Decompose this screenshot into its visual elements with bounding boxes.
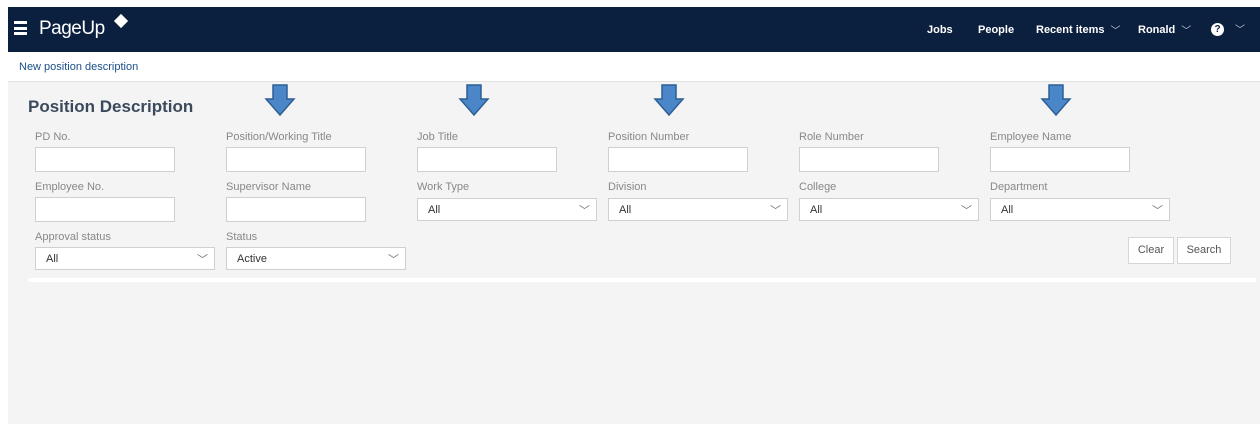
status-select[interactable]: Active ﹀ — [226, 247, 406, 270]
role-number-input[interactable] — [799, 147, 939, 172]
position-title-label: Position/Working Title — [226, 131, 332, 143]
chevron-down-icon: ﹀ — [961, 205, 972, 217]
position-number-input[interactable] — [608, 147, 748, 172]
approval-status-label: Approval status — [35, 231, 111, 243]
chevron-down-icon: ﹀ — [1152, 205, 1163, 217]
clear-button[interactable]: Clear — [1128, 237, 1174, 264]
job-title-label: Job Title — [417, 131, 458, 143]
down-arrow-icon — [458, 84, 490, 116]
nav-recent-items[interactable]: Recent items ﹀ — [1036, 7, 1120, 52]
search-button[interactable]: Search — [1177, 237, 1231, 264]
work-type-select[interactable]: All ﹀ — [417, 198, 597, 221]
role-number-label: Role Number — [799, 131, 864, 143]
chevron-down-icon: ﹀ — [579, 205, 590, 217]
work-type-label: Work Type — [417, 181, 470, 193]
page-title: Position Description — [28, 97, 194, 116]
top-navbar: PageUp Jobs People Recent items ﹀ Ronald ﹀… — [8, 7, 1260, 52]
logo-diamond-icon — [113, 13, 129, 29]
department-label: Department — [990, 181, 1048, 193]
approval-status-select[interactable]: All ﹀ — [35, 247, 215, 270]
division-label: Division — [608, 181, 647, 193]
employee-name-label: Employee Name — [990, 131, 1072, 143]
employee-name-input[interactable] — [990, 147, 1130, 172]
down-arrow-icon — [264, 84, 296, 116]
chevron-down-icon: ﹀ — [197, 254, 208, 266]
results-divider — [28, 278, 1256, 282]
pageup-logo[interactable]: PageUp — [39, 18, 105, 40]
down-arrow-icon — [653, 84, 685, 116]
pd-no-label: PD No. — [35, 131, 71, 143]
department-select[interactable]: All ﹀ — [990, 198, 1170, 221]
pd-no-input[interactable] — [35, 147, 175, 172]
nav-user-menu[interactable]: Ronald ﹀ — [1138, 7, 1191, 52]
supervisor-name-input[interactable] — [226, 197, 366, 222]
new-position-description-link[interactable]: New position description — [19, 61, 138, 73]
nav-jobs[interactable]: Jobs — [927, 7, 953, 52]
nav-people[interactable]: People — [978, 7, 1014, 52]
hamburger-menu-icon[interactable] — [14, 21, 27, 35]
down-arrow-icon — [1040, 84, 1072, 116]
action-bar: New position description — [8, 52, 1260, 82]
college-select[interactable]: All ﹀ — [799, 198, 979, 221]
division-select[interactable]: All ﹀ — [608, 198, 788, 221]
chevron-down-icon[interactable]: ﹀ — [1235, 21, 1245, 36]
app-frame: PageUp Jobs People Recent items ﹀ Ronald ﹀… — [8, 7, 1260, 424]
position-title-input[interactable] — [226, 147, 366, 172]
employee-no-label: Employee No. — [35, 181, 105, 193]
position-number-label: Position Number — [608, 131, 690, 143]
help-icon[interactable]: ? — [1211, 23, 1224, 36]
employee-no-input[interactable] — [35, 197, 175, 222]
status-label: Status — [226, 231, 258, 243]
chevron-down-icon: ﹀ — [388, 254, 399, 266]
supervisor-name-label: Supervisor Name — [226, 181, 311, 193]
chevron-down-icon: ﹀ — [1181, 26, 1192, 37]
chevron-down-icon: ﹀ — [1110, 26, 1121, 37]
college-label: College — [799, 181, 837, 193]
chevron-down-icon: ﹀ — [770, 205, 781, 217]
job-title-input[interactable] — [417, 147, 557, 172]
